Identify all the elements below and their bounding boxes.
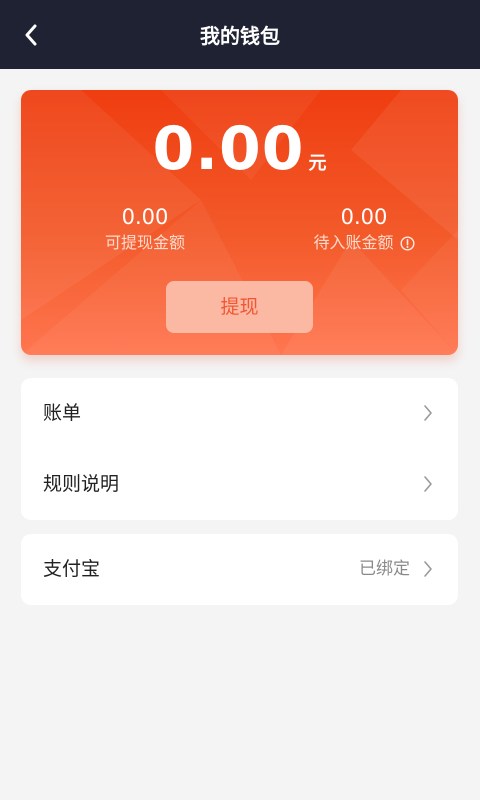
- menu-item-label: 规则说明: [43, 473, 120, 495]
- info-icon[interactable]: [399, 235, 415, 251]
- menu-group-payment: 支付宝 已绑定: [21, 534, 458, 605]
- menu-item-rules[interactable]: 规则说明: [21, 449, 458, 520]
- withdraw-button[interactable]: 提现: [166, 281, 313, 333]
- wallet-balance-card: 0.00 元 0.00 可提现金额 0.00 待入账金额 提现: [21, 90, 458, 355]
- chevron-right-icon: [423, 560, 433, 578]
- pending-label: 待入账金额: [313, 233, 394, 252]
- menu-item-label: 账单: [43, 402, 82, 424]
- menu-item-alipay[interactable]: 支付宝 已绑定: [21, 534, 458, 605]
- top-nav-bar: 我的钱包: [0, 0, 480, 69]
- pending-value: 0.00: [340, 205, 388, 229]
- page-title: 我的钱包: [200, 24, 280, 48]
- withdrawable-label: 可提现金额: [104, 233, 185, 252]
- chevron-right-icon: [423, 475, 433, 493]
- total-balance: 0.00 元: [21, 114, 458, 184]
- withdrawable-amount-block: 0.00 可提现金额: [45, 204, 245, 254]
- balance-unit: 元: [308, 153, 327, 174]
- pending-amount-block: 0.00 待入账金额: [264, 204, 458, 254]
- balance-amount: 0.00: [152, 114, 305, 184]
- alipay-bind-status: 已绑定: [359, 559, 410, 579]
- menu-group-main: 账单 规则说明: [21, 378, 458, 520]
- withdrawable-value: 0.00: [121, 205, 169, 229]
- menu-item-label: 支付宝: [43, 558, 101, 580]
- menu-item-bill[interactable]: 账单: [21, 378, 458, 449]
- chevron-right-icon: [423, 404, 433, 422]
